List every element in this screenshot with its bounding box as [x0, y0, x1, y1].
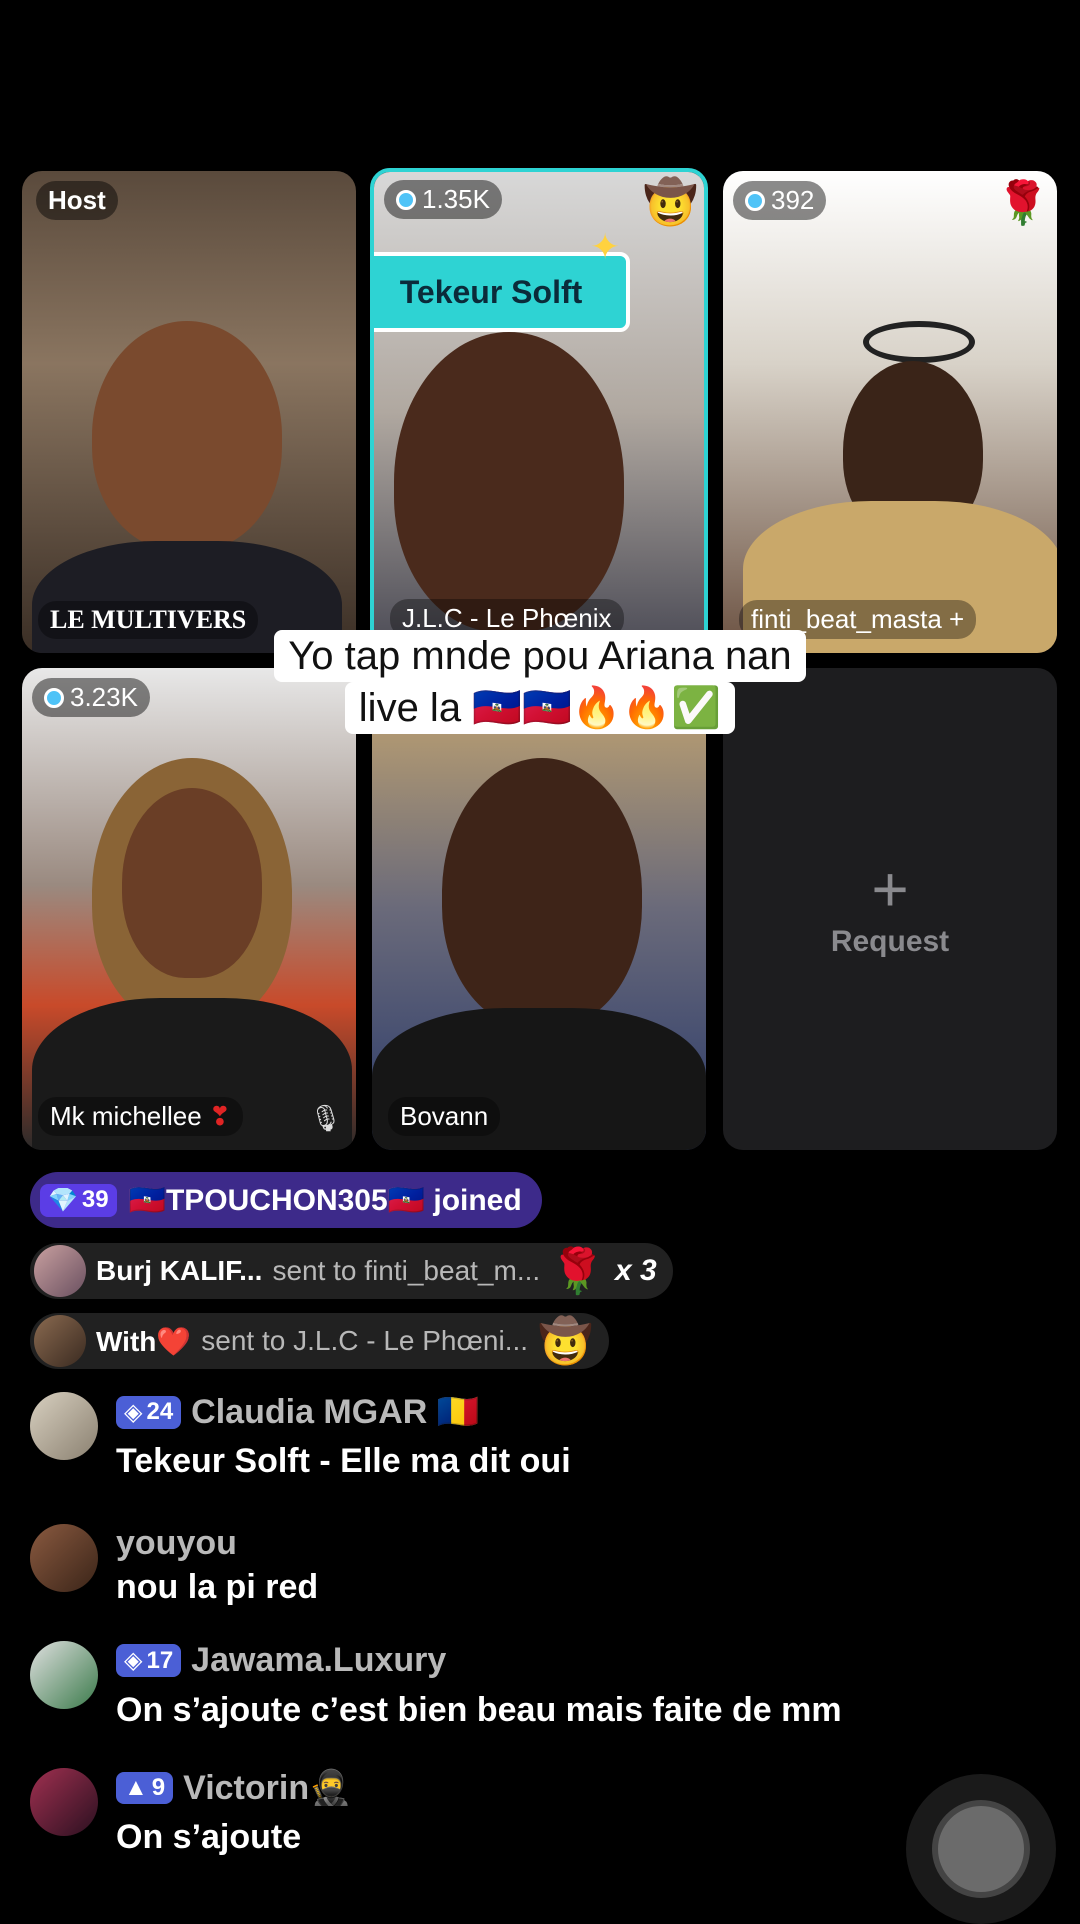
join-notification: 💎 39 🇭🇹TPOUCHON305🇭🇹 joined: [30, 1172, 542, 1228]
comment-meta: ◈ 24 Claudia MGAR 🇷🇴: [116, 1392, 479, 1432]
michellee-name: Mk michellee ❣: [38, 1097, 243, 1136]
request-slot[interactable]: + Request: [723, 668, 1057, 1150]
gift-text: sent to J.L.C - Le Phœni...: [201, 1325, 529, 1356]
comment-text: nou la pi red: [116, 1568, 319, 1606]
cowboy-hat-icon: 🤠: [538, 1317, 593, 1366]
request-label: Request: [830, 925, 950, 958]
heart-icon: ❣: [208, 1101, 231, 1131]
diamond-icon: [396, 189, 416, 210]
comment-username[interactable]: Victorin🥷: [183, 1768, 351, 1808]
plus-icon: +: [871, 853, 909, 925]
diamond-icon: ◈: [124, 1398, 143, 1426]
muted-mic-icon: 🎙: [308, 1103, 342, 1133]
sparkle-icon: ✦: [590, 226, 621, 267]
comment-username[interactable]: Jawama.Luxury: [191, 1641, 446, 1680]
guest-video-tile-finti[interactable]: 392 🌹 finti_beat_masta +: [723, 171, 1057, 653]
join-text: 🇭🇹TPOUCHON305🇭🇹 joined: [128, 1183, 522, 1217]
gift-sender[interactable]: With❤️: [96, 1325, 191, 1358]
comment-text: On s’ajoute c’est bien beau mais faite d…: [116, 1691, 842, 1729]
avatar[interactable]: [34, 1315, 86, 1367]
bovann-name: Bovann: [388, 1097, 501, 1136]
cowboy-hat-icon: 🤠: [643, 178, 698, 227]
michellee-face: [122, 788, 262, 978]
host-face: [92, 321, 282, 551]
avatar[interactable]: [30, 1768, 98, 1836]
guest-video-tile-bovann[interactable]: Bovann: [372, 668, 706, 1150]
caption-line-1: Yo tap mnde pou Ariana nan: [0, 630, 1080, 682]
diamond-icon: 💎: [48, 1186, 78, 1214]
level-badge: ◈ 24: [116, 1395, 182, 1429]
gift-text: sent to finti_beat_m...: [272, 1255, 541, 1286]
avatar[interactable]: [34, 1245, 86, 1297]
ceiling-lamp: [863, 321, 975, 363]
avatar[interactable]: [30, 1392, 98, 1460]
triangle-icon: ▲: [124, 1774, 148, 1801]
comment-meta: ▲ 9 Victorin🥷: [116, 1768, 351, 1808]
diamond-icon: [745, 190, 765, 211]
follow-plus-icon[interactable]: +: [949, 604, 964, 634]
guest-diamond-count: 1.35K: [384, 180, 502, 219]
comment-meta: youyou: [116, 1524, 237, 1563]
host-badge: Host: [36, 181, 118, 220]
level-badge: ▲ 9: [116, 1772, 174, 1804]
avatar[interactable]: [30, 1641, 98, 1709]
rose-icon: 🌹: [550, 1247, 605, 1296]
record-button[interactable]: [906, 1774, 1056, 1924]
level-badge: 💎 39: [40, 1183, 117, 1217]
record-button-inner: [932, 1800, 1030, 1898]
guest-video-tile-jlc[interactable]: 1.35K 🤠 Tekeur Solft ✦ J.L.C - Le Phœnix: [370, 168, 708, 656]
gift-sender[interactable]: Burj KALIF...: [96, 1255, 262, 1287]
rose-icon: 🌹: [996, 179, 1049, 226]
comment-meta: ◈ 17 Jawama.Luxury: [116, 1641, 446, 1680]
gift-notification: With❤️ sent to J.L.C - Le Phœni... 🤠: [30, 1313, 609, 1369]
guest-face: [394, 332, 624, 632]
gift-count: x 3: [614, 1254, 657, 1287]
comment-text: On s’ajoute: [116, 1818, 302, 1856]
avatar[interactable]: [30, 1524, 98, 1592]
comment-text: Tekeur Solft - Elle ma dit oui: [116, 1442, 571, 1480]
guest-video-tile-michellee[interactable]: 3.23K Mk michellee ❣ 🎙: [22, 668, 356, 1150]
bovann-face: [442, 758, 642, 1028]
comment-username[interactable]: Claudia MGAR 🇷🇴: [191, 1392, 479, 1432]
comment-username[interactable]: youyou: [116, 1524, 237, 1563]
finti-diamond-count: 392: [733, 181, 827, 220]
host-video-tile[interactable]: Host LE MULTIVERS: [22, 171, 356, 653]
host-badge-label: Host: [48, 185, 106, 215]
diamond-icon: ◈: [124, 1647, 143, 1674]
level-badge: ◈ 17: [116, 1644, 182, 1677]
gift-notification: Burj KALIF... sent to finti_beat_m... 🌹 …: [30, 1243, 673, 1299]
caption-line-2: live la 🇭🇹🇭🇹🔥🔥✅: [0, 682, 1080, 734]
